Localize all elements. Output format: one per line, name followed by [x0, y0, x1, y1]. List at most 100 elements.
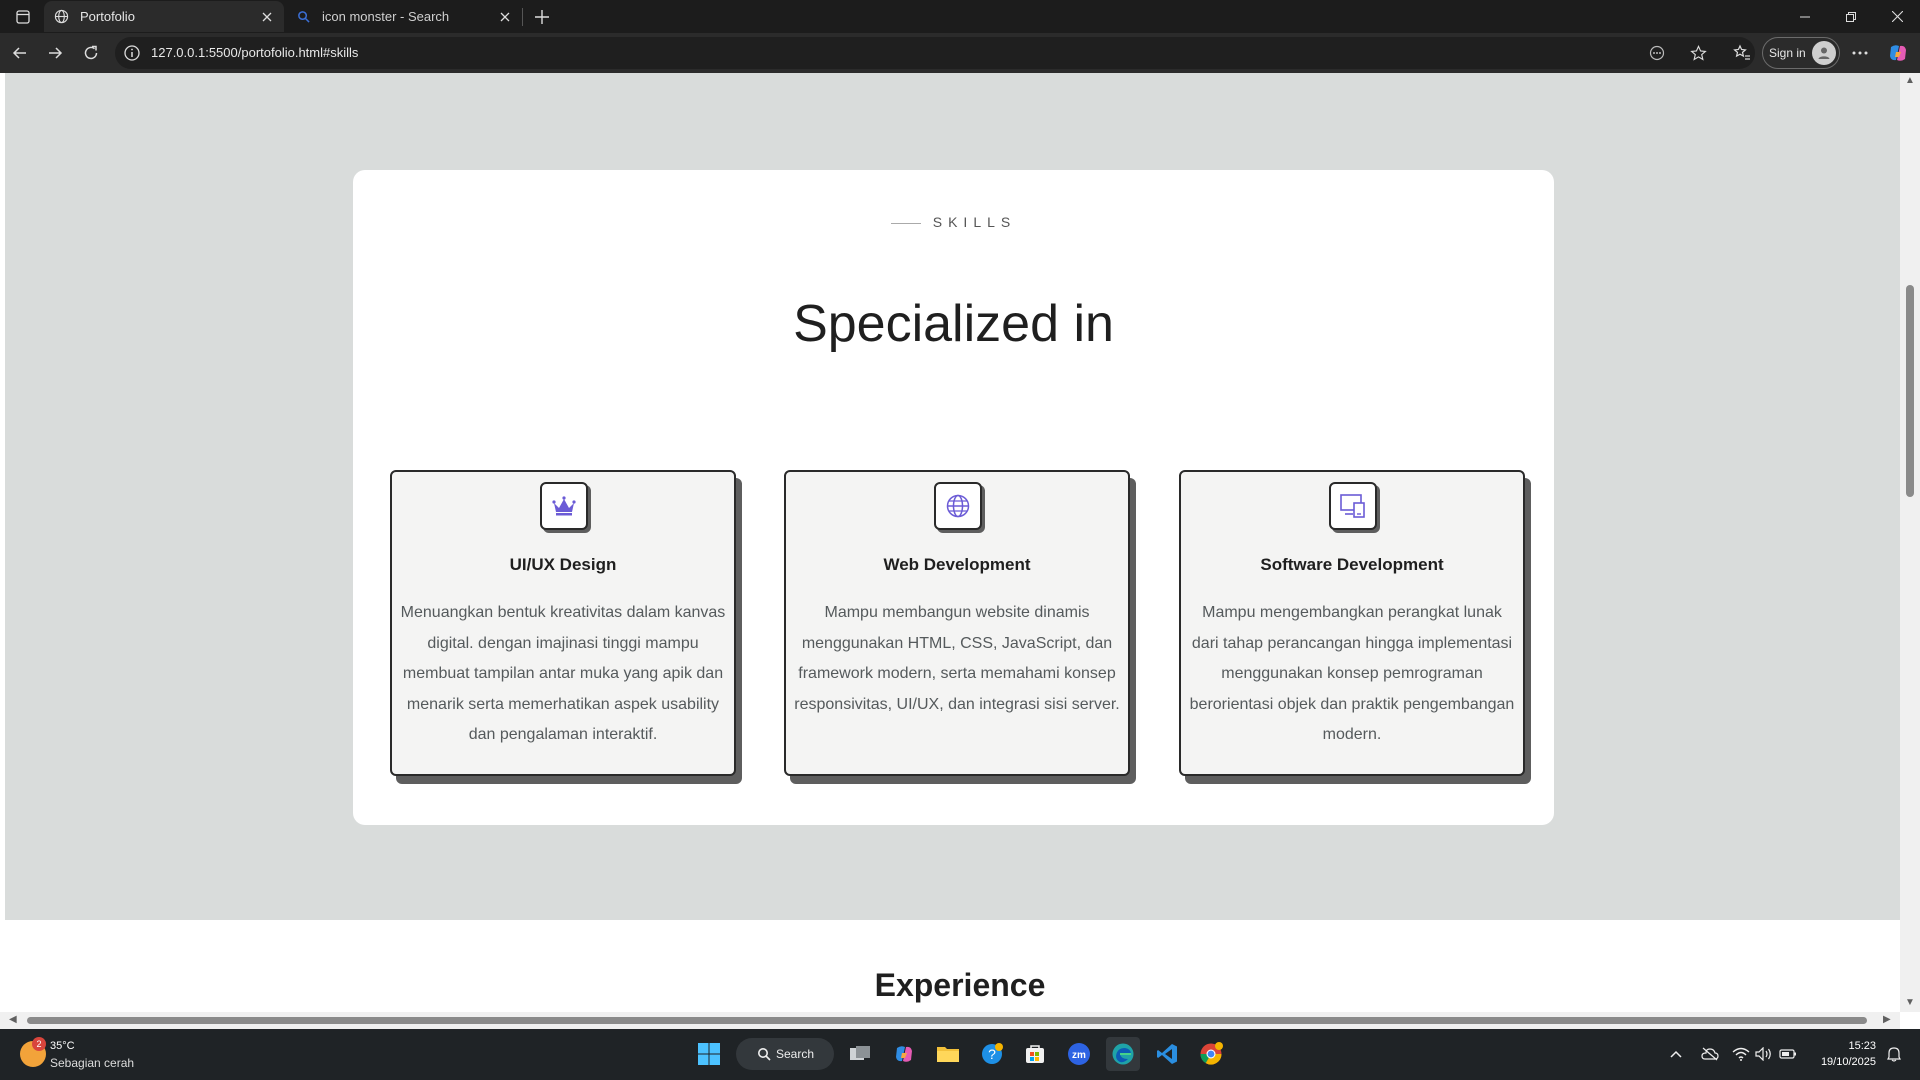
- sign-in-button[interactable]: Sign in: [1762, 37, 1840, 69]
- restore-icon: [1846, 11, 1856, 22]
- minimize-icon: [1800, 16, 1810, 17]
- favorite-button[interactable]: [1686, 42, 1710, 64]
- refresh-icon: [84, 45, 98, 60]
- tab-portofolio[interactable]: Portofolio: [44, 1, 284, 32]
- tab-icon-monster-search[interactable]: icon monster - Search: [286, 1, 522, 32]
- reading-mode-button[interactable]: [1645, 42, 1669, 64]
- microsoft-store-button[interactable]: [1018, 1037, 1052, 1071]
- scroll-left-icon[interactable]: ◀: [9, 1014, 17, 1025]
- info-icon[interactable]: [123, 44, 141, 62]
- url-text[interactable]: 127.0.0.1:5500/portofolio.html#skills: [151, 45, 358, 60]
- weather-widget[interactable]: 2 35°C Sebagian cerah: [18, 1037, 158, 1073]
- settings-more-button[interactable]: [1846, 37, 1874, 69]
- devices-icon: [1329, 482, 1377, 530]
- scroll-right-icon[interactable]: ▶: [1883, 1014, 1891, 1025]
- wifi-icon: [1732, 1047, 1750, 1061]
- onedrive-status-button[interactable]: [1700, 1044, 1720, 1064]
- copilot-icon: [1890, 45, 1906, 61]
- sign-in-label: Sign in: [1769, 46, 1806, 60]
- edge-app-button[interactable]: [1106, 1037, 1140, 1071]
- favorites-button[interactable]: [1728, 37, 1756, 69]
- favorites-star-list-icon: [1733, 44, 1750, 60]
- taskbar: 2 35°C Sebagian cerah Search ? zm 15:23 …: [0, 1029, 1920, 1080]
- arrow-right-icon: [49, 47, 63, 59]
- clock-time: 15:23: [1848, 1040, 1876, 1052]
- copilot-button[interactable]: [1884, 37, 1912, 69]
- tab-actions-icon: [16, 10, 30, 24]
- notifications-button[interactable]: [1884, 1044, 1904, 1064]
- minimize-button[interactable]: [1782, 0, 1828, 33]
- weather-temperature: 35°C: [50, 1040, 75, 1052]
- close-icon: [500, 12, 510, 21]
- show-hidden-icons-button[interactable]: [1666, 1044, 1686, 1064]
- page-viewport: SKILLS Specialized in UI/UX Design Menua…: [0, 73, 1920, 1029]
- search-icon: [758, 1048, 771, 1061]
- arrow-left-icon: [12, 47, 26, 59]
- new-tab-button[interactable]: [528, 3, 556, 31]
- search-label: Search: [776, 1047, 815, 1061]
- chevron-up-icon: [1670, 1050, 1682, 1058]
- avatar: [1812, 41, 1836, 65]
- windows-logo-icon: [698, 1043, 720, 1065]
- skills-section: SKILLS Specialized in UI/UX Design Menua…: [5, 73, 1900, 920]
- vertical-scrollbar[interactable]: ▲ ▼: [1900, 73, 1920, 1012]
- skill-title: Web Development: [883, 555, 1031, 574]
- tab-strip: Portofolio icon monster - Search: [0, 0, 1920, 33]
- start-button[interactable]: [692, 1037, 726, 1071]
- back-button[interactable]: [5, 39, 35, 67]
- help-app-button[interactable]: ?: [975, 1037, 1009, 1071]
- weather-description: Sebagian cerah: [50, 1056, 135, 1070]
- volume-button[interactable]: [1754, 1044, 1774, 1064]
- zoom-app-button[interactable]: zm: [1062, 1037, 1096, 1071]
- close-tab-button[interactable]: [254, 5, 280, 29]
- tab-actions-button[interactable]: [8, 4, 38, 30]
- task-view-button[interactable]: [843, 1037, 877, 1071]
- close-tab-button[interactable]: [492, 5, 518, 29]
- restore-button[interactable]: [1828, 0, 1874, 33]
- crown-icon: [540, 482, 588, 530]
- clock-date: 19/10/2025: [1820, 1056, 1876, 1068]
- notification-bell-icon: [1887, 1047, 1901, 1062]
- plus-icon: [535, 10, 549, 24]
- eyebrow-text: SKILLS: [932, 214, 1017, 230]
- zoom-icon: zm: [1068, 1043, 1090, 1065]
- globe-icon: [934, 482, 982, 530]
- system-clock[interactable]: 15:23 19/10/2025: [1806, 1038, 1876, 1070]
- copilot-icon: [896, 1046, 912, 1062]
- chrome-app-button[interactable]: [1194, 1037, 1228, 1071]
- chrome-icon: [1200, 1042, 1223, 1065]
- scroll-down-icon[interactable]: ▼: [1905, 997, 1915, 1008]
- wifi-button[interactable]: [1731, 1044, 1751, 1064]
- taskbar-search[interactable]: Search: [736, 1038, 834, 1070]
- horizontal-scrollbar[interactable]: ◀ ▶: [0, 1012, 1900, 1029]
- vertical-scroll-thumb[interactable]: [1906, 285, 1914, 497]
- refresh-button[interactable]: [76, 39, 106, 67]
- close-window-button[interactable]: [1874, 0, 1920, 33]
- svg-text:?: ?: [988, 1046, 996, 1062]
- battery-button[interactable]: [1778, 1044, 1798, 1064]
- horizontal-scroll-thumb[interactable]: [27, 1017, 1867, 1024]
- more-circle-icon: [1649, 45, 1665, 61]
- store-icon: [1026, 1045, 1044, 1063]
- copilot-app-button[interactable]: [887, 1037, 921, 1071]
- more-horizontal-icon: [1852, 51, 1868, 55]
- star-icon: [1689, 44, 1707, 61]
- close-icon: [262, 12, 272, 21]
- vscode-app-button[interactable]: [1150, 1037, 1184, 1071]
- file-explorer-button[interactable]: [931, 1037, 965, 1071]
- task-view-icon: [850, 1046, 870, 1060]
- cloud-off-icon: [1701, 1047, 1719, 1061]
- section-eyebrow: SKILLS: [353, 214, 1554, 230]
- vscode-icon: [1157, 1044, 1177, 1064]
- scroll-up-icon[interactable]: ▲: [1905, 75, 1915, 86]
- skill-card-ui-ux: UI/UX Design Menuangkan bentuk kreativit…: [390, 470, 736, 776]
- skills-container: SKILLS Specialized in UI/UX Design Menua…: [353, 170, 1554, 825]
- forward-button[interactable]: [40, 39, 70, 67]
- folder-icon: [937, 1047, 959, 1062]
- tab-title: Portofolio: [80, 9, 135, 24]
- address-bar[interactable]: 127.0.0.1:5500/portofolio.html#skills: [115, 37, 1755, 69]
- speaker-icon: [1755, 1047, 1771, 1061]
- window-controls: [1782, 0, 1920, 33]
- skill-description: Mampu mengembangkan perangkat lunak dari…: [1189, 604, 1515, 743]
- section-heading: Specialized in: [793, 295, 1114, 353]
